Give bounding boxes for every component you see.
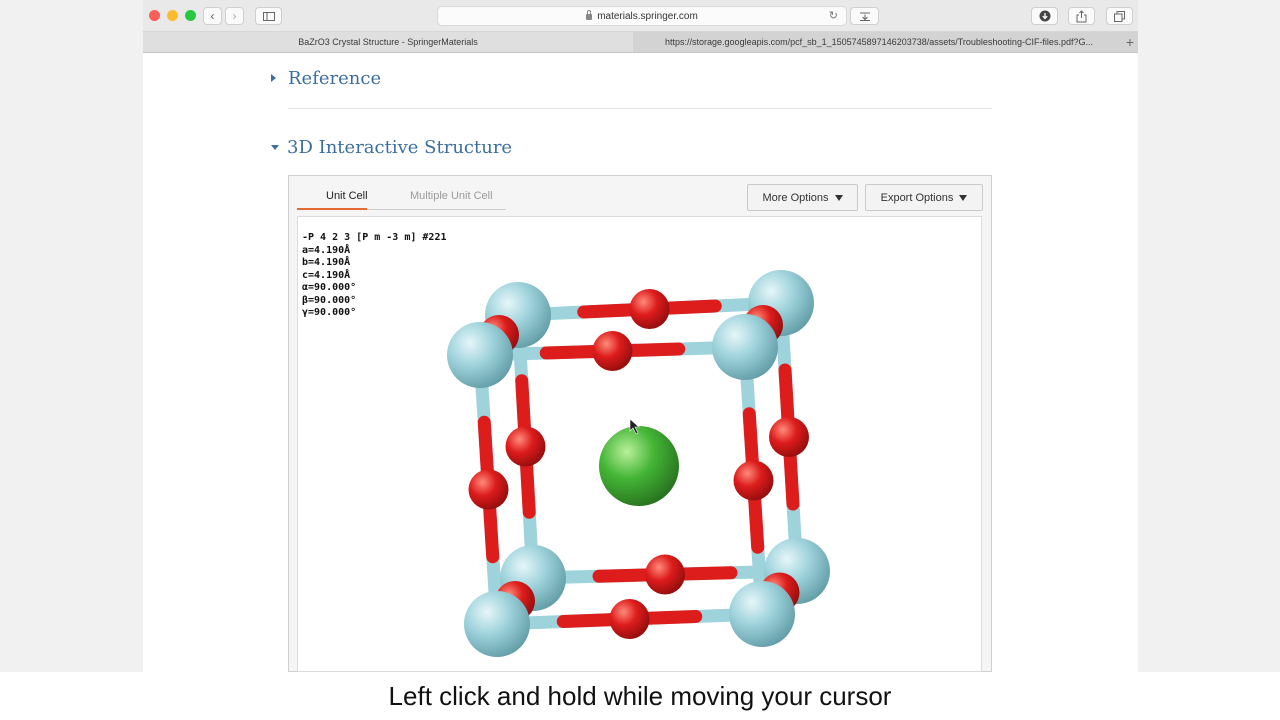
crystal-structure-3d[interactable] [0, 0, 1280, 720]
atom-edge-back-bottom [645, 554, 685, 595]
atom-corner-front [447, 322, 513, 388]
atom-edge-front-bottom [609, 599, 650, 639]
atom-edge-back-right [769, 417, 809, 457]
atom-corner-front [729, 581, 795, 647]
video-caption: Left click and hold while moving your cu… [0, 672, 1280, 720]
atom-edge-front-right [733, 460, 774, 501]
atom-edge-front-top [592, 331, 633, 371]
atom-edge-back-top [629, 289, 670, 329]
atom-corner-front [712, 314, 778, 380]
atom-center [599, 426, 679, 506]
atom-edge-front-left [468, 469, 509, 510]
atom-corner-front [464, 591, 530, 657]
atom-edge-back-left [505, 426, 546, 467]
